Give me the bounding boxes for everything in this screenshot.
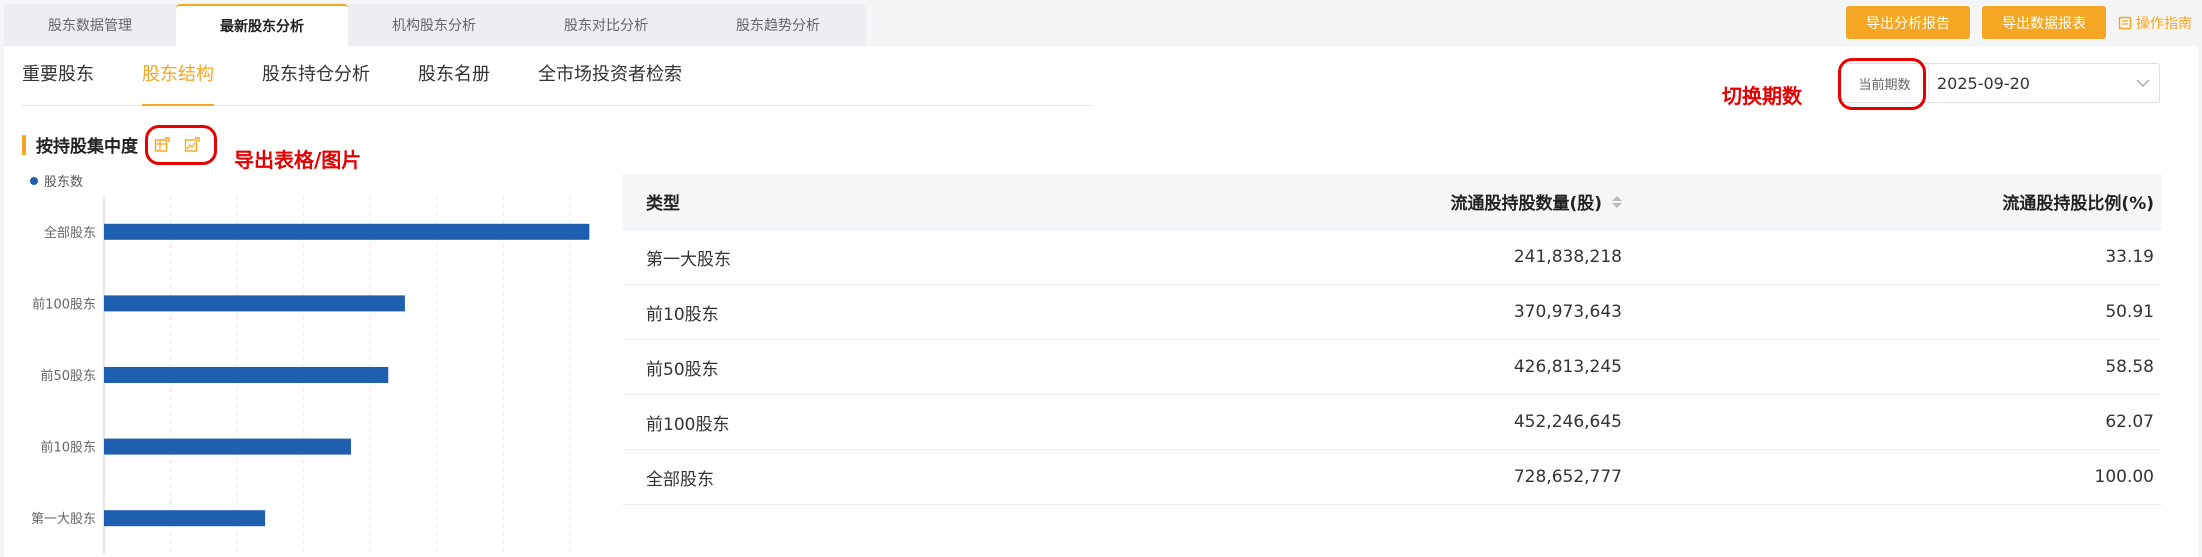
section-title: 按持股集中度 [36, 137, 138, 157]
concentration-table: 类型 流通股持股数量(股) 流通股持股比例(%) 第一大股东 241,838,2… [622, 174, 2162, 505]
top-tab-bar: 股东数据管理 最新股东分析 机构股东分析 股东对比分析 股东趋势分析 [4, 4, 866, 46]
book-icon [2118, 16, 2132, 29]
subtab-holding-analysis[interactable]: 股东持仓分析 [262, 46, 370, 106]
bar [104, 438, 351, 455]
tab-shareholder-trend[interactable]: 股东趋势分析 [692, 4, 864, 46]
column-header-ratio: 流通股持股比例(%) [2002, 194, 2154, 214]
cell-type: 第一大股东 [646, 249, 731, 270]
annotation-ring-export [145, 125, 217, 165]
cell-ratio: 58.58 [2105, 357, 2154, 377]
annotation-switch-period: 切换期数 [1722, 84, 1802, 108]
section-accent-bar [22, 134, 26, 155]
legend-label: 股东数 [44, 175, 83, 190]
table-row: 前50股东 426,813,245 58.58 [622, 340, 2162, 395]
category-label: 全部股东 [44, 225, 96, 241]
subtab-shareholder-structure[interactable]: 股东结构 [142, 46, 214, 106]
top-actions: 导出分析报告 导出数据报表 操作指南 [1846, 6, 2192, 39]
sort-icon[interactable] [1612, 195, 1622, 208]
cell-shares: 452,246,645 [1513, 412, 1622, 432]
cell-type: 全部股东 [646, 469, 714, 490]
shareholder-concentration-chart: 股东数01.0亿2.0亿3.0亿4.0亿5.0亿6.0亿7.0亿全部股东前100… [30, 175, 590, 554]
table-row: 全部股东 728,652,777 100.00 [622, 450, 2162, 505]
column-header-shares[interactable]: 流通股持股数量(股) [1042, 189, 1642, 214]
cell-type: 前10股东 [646, 304, 719, 325]
bar [104, 510, 266, 527]
cell-type: 前100股东 [646, 414, 730, 435]
category-label: 前10股东 [40, 440, 96, 456]
category-label: 前100股东 [32, 296, 96, 312]
export-report-button[interactable]: 导出分析报告 [1846, 6, 1970, 39]
cell-ratio: 50.91 [2105, 302, 2154, 322]
category-label: 第一大股东 [31, 512, 96, 527]
bar [104, 295, 405, 312]
cell-shares: 728,652,777 [1513, 467, 1622, 487]
subtab-major-shareholders[interactable]: 重要股东 [22, 46, 94, 106]
period-value: 2025-09-20 [1937, 73, 2030, 93]
export-data-button[interactable]: 导出数据报表 [1982, 6, 2106, 39]
cell-ratio: 100.00 [2094, 467, 2154, 487]
subtab-shareholder-register[interactable]: 股东名册 [418, 46, 490, 106]
guide-label: 操作指南 [2136, 15, 2192, 32]
cell-shares: 241,838,218 [1513, 247, 1622, 267]
bar [104, 223, 590, 240]
main-panel: 重要股东 股东结构 股东持仓分析 股东名册 全市场投资者检索 切换期数 当前期数… [4, 46, 2198, 557]
tab-shareholder-data-management[interactable]: 股东数据管理 [4, 4, 176, 46]
tab-institutional-shareholder-analysis[interactable]: 机构股东分析 [348, 4, 520, 46]
cell-shares: 370,973,643 [1513, 302, 1622, 322]
cell-ratio: 33.19 [2105, 247, 2154, 267]
column-header-type: 类型 [646, 194, 680, 214]
tab-latest-shareholder-analysis[interactable]: 最新股东分析 [176, 4, 348, 46]
table-row: 第一大股东 241,838,218 33.19 [622, 230, 2162, 285]
table-row: 前10股东 370,973,643 50.91 [622, 285, 2162, 340]
table-header-row: 类型 流通股持股数量(股) 流通股持股比例(%) [622, 174, 2162, 230]
guide-link[interactable]: 操作指南 [2118, 13, 2192, 33]
chevron-down-icon [2127, 79, 2159, 87]
table-row: 前100股东 452,246,645 62.07 [622, 395, 2162, 450]
category-label: 前50股东 [40, 368, 96, 384]
column-header-shares-label: 流通股持股数量(股) [1450, 194, 1602, 214]
legend-marker [30, 177, 38, 185]
annotation-ring-period [1838, 58, 1926, 110]
tab-shareholder-comparison[interactable]: 股东对比分析 [520, 4, 692, 46]
sub-tab-bar: 重要股东 股东结构 股东持仓分析 股东名册 全市场投资者检索 [22, 46, 1092, 106]
bar [104, 367, 389, 383]
cell-type: 前50股东 [646, 359, 719, 380]
subtab-investor-search[interactable]: 全市场投资者检索 [538, 46, 682, 106]
app-root: 股东数据管理 最新股东分析 机构股东分析 股东对比分析 股东趋势分析 导出分析报… [0, 0, 2202, 557]
cell-shares: 426,813,245 [1513, 357, 1622, 377]
cell-ratio: 62.07 [2105, 412, 2154, 432]
